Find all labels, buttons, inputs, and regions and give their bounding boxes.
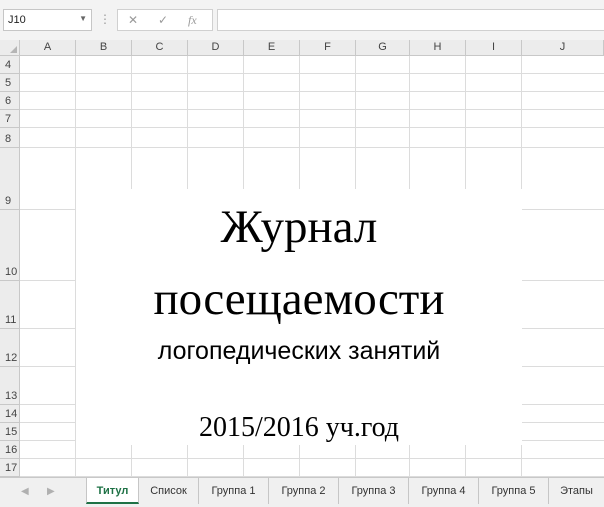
tab-group-5[interactable]: Группа 5 xyxy=(479,478,549,504)
select-all-button[interactable] xyxy=(0,40,20,56)
tab-titul[interactable]: Титул xyxy=(86,478,139,504)
row-header-16[interactable]: 16 xyxy=(0,441,20,459)
name-box[interactable]: J10 ▼ xyxy=(3,9,92,31)
gridline xyxy=(20,127,604,128)
tab-group-3[interactable]: Группа 3 xyxy=(339,478,409,504)
scroll-left-icon[interactable]: ◀ xyxy=(21,486,29,497)
row-header-5[interactable]: 5 xyxy=(0,74,20,92)
formula-bar: J10 ▼ ⋮ ✕ ✓ fx xyxy=(0,0,604,40)
sheet-tab-bar: ◀ ▶ Титул Список Группа 1 Группа 2 Групп… xyxy=(0,477,604,507)
merged-title-cell[interactable]: Журнал посещаемости логопедических занят… xyxy=(76,189,522,445)
row-header-4[interactable]: 4 xyxy=(0,56,20,74)
row-header-6[interactable]: 6 xyxy=(0,92,20,110)
journal-title: Журнал xyxy=(220,201,378,253)
spreadsheet-grid[interactable]: A B C D E F G H I J 4 5 6 7 8 9 10 11 12… xyxy=(0,40,604,477)
cancel-icon[interactable]: ✕ xyxy=(128,13,138,27)
row-header-11[interactable]: 11 xyxy=(0,281,20,329)
school-year: 2015/2016 уч.год xyxy=(198,412,400,443)
column-header-a[interactable]: A xyxy=(20,40,76,56)
column-header-c[interactable]: C xyxy=(132,40,188,56)
gridline xyxy=(20,91,604,92)
enter-icon[interactable]: ✓ xyxy=(158,13,168,27)
row-header-13[interactable]: 13 xyxy=(0,367,20,405)
subtitle: логопедических занятий xyxy=(157,337,441,365)
gridline xyxy=(20,73,604,74)
formula-tools: ✕ ✓ fx xyxy=(117,9,213,31)
tab-etapy[interactable]: Этапы xyxy=(549,478,604,504)
column-header-h[interactable]: H xyxy=(410,40,466,56)
column-header-b[interactable]: B xyxy=(76,40,132,56)
row-header-7[interactable]: 7 xyxy=(0,110,20,128)
column-header-f[interactable]: F xyxy=(300,40,356,56)
row-header-14[interactable]: 14 xyxy=(0,405,20,423)
gridline xyxy=(20,458,604,459)
function-icon[interactable]: fx xyxy=(188,13,197,28)
chevron-down-icon[interactable]: ▼ xyxy=(79,14,87,23)
column-header-e[interactable]: E xyxy=(244,40,300,56)
tab-spisok[interactable]: Список xyxy=(139,478,199,504)
attendance-title: посещаемости xyxy=(153,273,445,325)
row-header-17[interactable]: 17 xyxy=(0,459,20,477)
grip-icon[interactable]: ⋮ xyxy=(99,10,111,28)
formula-input[interactable] xyxy=(217,9,604,31)
gridline xyxy=(20,147,604,148)
column-header-i[interactable]: I xyxy=(466,40,522,56)
scroll-right-icon[interactable]: ▶ xyxy=(47,486,55,497)
row-header-9[interactable]: 9 xyxy=(0,148,20,210)
row-header-15[interactable]: 15 xyxy=(0,423,20,441)
column-header-g[interactable]: G xyxy=(356,40,410,56)
row-header-10[interactable]: 10 xyxy=(0,210,20,281)
tab-group-2[interactable]: Группа 2 xyxy=(269,478,339,504)
row-header-8[interactable]: 8 xyxy=(0,128,20,148)
name-box-value: J10 xyxy=(8,14,26,26)
tab-group-4[interactable]: Группа 4 xyxy=(409,478,479,504)
column-header-d[interactable]: D xyxy=(188,40,244,56)
gridline xyxy=(20,109,604,110)
column-header-j[interactable]: J xyxy=(522,40,604,56)
row-header-12[interactable]: 12 xyxy=(0,329,20,367)
tab-group-1[interactable]: Группа 1 xyxy=(199,478,269,504)
